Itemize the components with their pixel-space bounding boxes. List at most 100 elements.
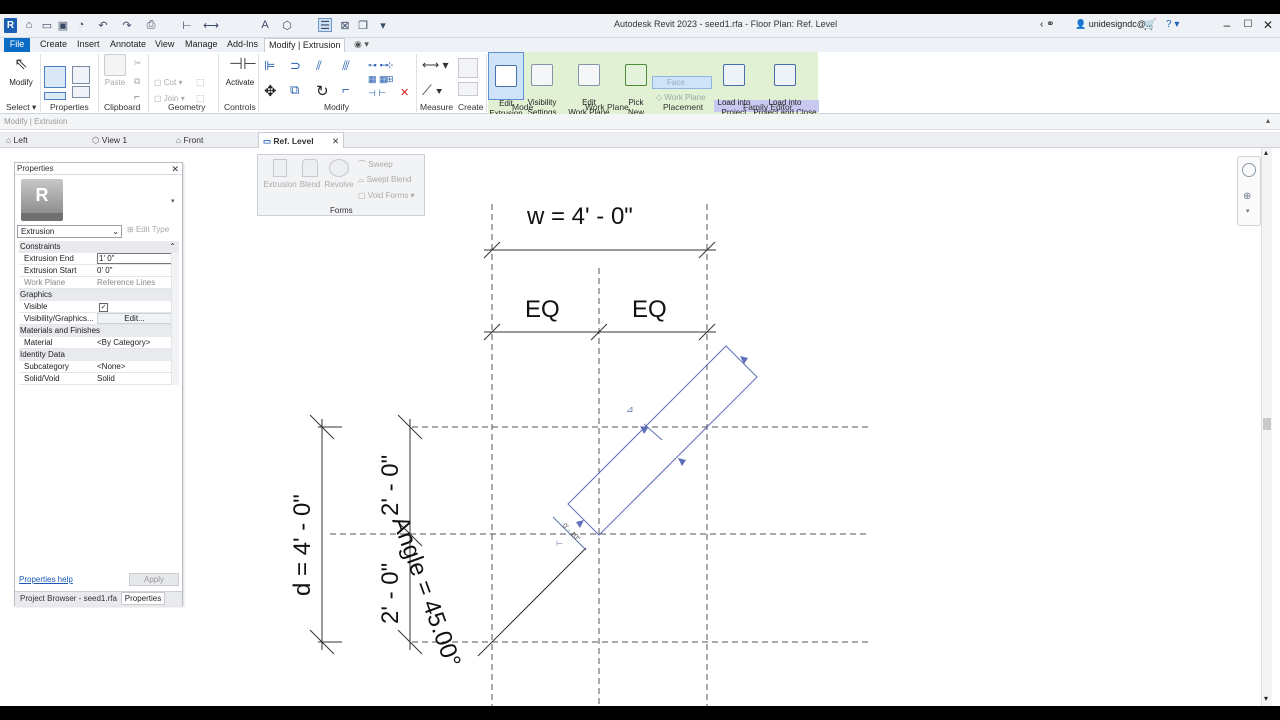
modify-button[interactable]: ⇖ Modify [6,52,36,88]
3d-view-icon[interactable]: ⬡ [280,18,294,32]
family-category-icon[interactable] [72,86,90,98]
section-graphics[interactable]: Graphics⌃ [19,289,179,301]
revolve-form-button[interactable]: Revolve [324,159,354,189]
depth-label[interactable]: d = 4' - 0" [289,494,316,596]
properties-scrollbar[interactable] [171,253,179,385]
info-center-icon[interactable]: ‹ ⚭ [1040,19,1055,30]
user-account[interactable]: 👤 unidesigndc@... [1075,19,1153,30]
half-depth-bottom-label[interactable]: 2' - 0" [377,563,404,624]
extrusion-form-button[interactable]: Extrusion [262,159,298,189]
zoom-dropdown-icon[interactable]: ▾ [1246,207,1250,215]
cut-geometry-button[interactable]: ▢ Cut ▾ [154,78,182,87]
close-hidden-icon[interactable]: ⊠ [338,18,352,32]
apply-button[interactable]: Apply [129,573,179,586]
width-label[interactable]: w = 4' - 0" [526,203,633,230]
scroll-thumb[interactable] [1263,418,1271,430]
tab-file[interactable]: File [4,38,30,52]
lock-icon[interactable]: ⊢ [556,539,563,548]
thin-lines-icon[interactable]: ☰ [318,18,332,32]
create-similar-icon[interactable] [458,58,478,78]
minimize-button[interactable]: – [1218,17,1236,33]
customize-qat-icon[interactable]: ▾ [376,18,390,32]
sweep-form-button[interactable]: ⌒ Sweep [358,159,393,170]
view-tab-left[interactable]: ⌂ Left [6,132,86,148]
properties-icon[interactable] [44,66,66,88]
revit-logo-icon[interactable]: R [4,18,17,33]
section-materials[interactable]: Materials and Finishes⌃ [19,325,179,337]
mirror-axis-icon[interactable]: ⫽ [316,58,322,74]
rotate-icon[interactable]: ↻ [316,82,329,100]
family-types-icon[interactable] [72,66,90,84]
tab-create[interactable]: Create [36,38,71,52]
delete-icon[interactable]: ✕ [400,86,409,99]
home-icon[interactable]: ⌂ [22,18,36,32]
open-icon[interactable]: ▭ [40,18,54,32]
half-depth-top-label[interactable]: 2' - 0" [377,455,404,516]
scroll-down-icon[interactable]: ▾ [1264,694,1268,703]
maximize-button[interactable]: ☐ [1239,17,1257,33]
mirror-draw-icon[interactable]: ⫻ [342,58,350,74]
drawing-canvas[interactable]: 0' - 10" ⊢ ⊿ w = 4' - 0" EQ EQ d = 4' - … [0,148,1280,706]
view-tab-ref-level[interactable]: ▭ Ref. Level ✕ [258,132,344,148]
close-tab-icon[interactable]: ✕ [332,133,339,149]
view-tab-view1[interactable]: ⬡ View 1 [92,132,172,148]
cut-icon[interactable]: ✂ [134,58,142,69]
flip-arrow-icon[interactable] [576,520,584,528]
properties-tab[interactable]: Properties [121,592,165,605]
tab-view[interactable]: View [151,38,178,52]
subcategory-value[interactable]: <None> [97,361,125,373]
tab-add-ins[interactable]: Add-Ins [223,38,262,52]
project-browser-tab[interactable]: Project Browser - seed1.rfa [17,593,120,604]
create-group-icon[interactable] [458,82,478,96]
extrusion-start-value[interactable]: 0' 0" [97,265,113,277]
tab-annotate[interactable]: Annotate [106,38,150,52]
face-button[interactable]: Face [652,76,712,89]
vertical-scrollbar[interactable]: ▴ ▾ [1261,148,1272,706]
zoom-icon[interactable]: ⊕ [1243,191,1251,202]
flip-arrow-icon[interactable] [740,356,748,364]
workplane-grip-icon[interactable]: ⊿ [626,404,634,414]
close-button[interactable]: ✕ [1259,17,1277,33]
flip-arrow-icon[interactable] [678,458,686,466]
blend-form-button[interactable]: Blend [298,159,322,189]
extrusion-sketch-profile[interactable] [567,345,758,536]
extrusion-end-input[interactable]: 1' 0" [97,253,172,264]
material-value[interactable]: <By Category> [97,337,150,349]
scroll-up-icon[interactable]: ▴ [1264,148,1268,157]
edit-type-button[interactable]: ⊞ Edit Type [127,225,169,234]
properties-help-link[interactable]: Properties help [19,575,73,584]
offset-icon[interactable]: ⊃ [290,58,301,74]
edit-extrusion-button[interactable]: Edit Extrusion [488,52,524,118]
solid-void-value[interactable]: Solid [97,373,115,385]
work-plane-placement-button[interactable]: ◇ Work Plane [656,93,706,102]
steering-wheel-icon[interactable] [1242,163,1256,177]
temp-dimension-text[interactable]: 0' - 10" [561,522,582,543]
trim-icon[interactable]: ⌐ [342,82,350,97]
measure-icon[interactable]: ⊢ [180,18,194,32]
cart-icon[interactable]: 🛒 [1143,18,1157,31]
eq-label-right[interactable]: EQ [632,296,667,323]
visible-checkbox[interactable]: ✓ [99,303,108,312]
type-properties-icon[interactable] [44,92,66,100]
help-icon[interactable]: ? ▾ [1166,19,1179,30]
void-forms-button[interactable]: ▢ Void Forms ▾ [358,191,415,200]
select-group-label[interactable]: Select ▾ [6,102,36,113]
copy-element-icon[interactable]: ⧉ [290,82,299,98]
tab-modify-extrusion[interactable]: Modify | Extrusion [264,38,346,52]
angle-reference-line[interactable] [477,547,587,657]
aligned-dimension-icon[interactable]: ⟋ ▾ [422,82,443,99]
align-icon[interactable]: ⊫ [264,58,275,74]
redo-icon[interactable]: ↷ [120,18,134,32]
eq-label-left[interactable]: EQ [525,296,560,323]
sync-icon[interactable]: ◔ [74,18,88,32]
close-palette-icon[interactable]: ✕ [171,163,179,175]
copy-icon[interactable]: ⧉ [134,76,140,87]
ribbon-display-toggle-icon[interactable]: ◉ ▾ [350,38,373,52]
measure-distance-icon[interactable]: ⟷ ▾ [422,58,449,72]
section-constraints[interactable]: Constraints ⌃ [19,241,179,253]
swept-blend-form-button[interactable]: ⌓ Swept Blend [358,175,411,185]
switch-windows-icon[interactable]: ❐ [356,18,370,32]
dimension-icon[interactable]: ⟷ [203,18,219,32]
tab-manage[interactable]: Manage [181,38,222,52]
type-selector[interactable]: Extrusion ⌄ [17,225,122,238]
